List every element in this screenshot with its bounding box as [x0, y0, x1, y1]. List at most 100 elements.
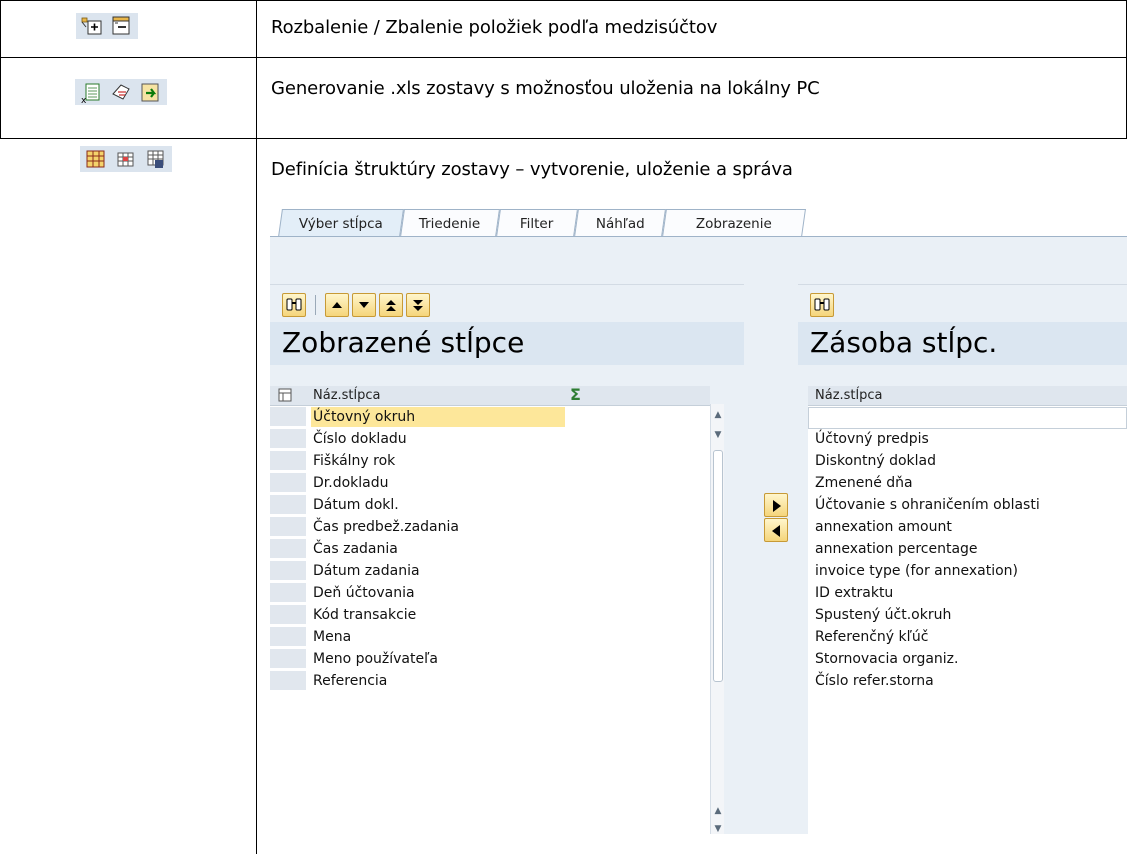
tab-label: Výber stĺpca — [298, 216, 383, 232]
list-item[interactable]: Zmenené dňa — [808, 473, 1127, 495]
row-selector[interactable] — [270, 473, 306, 493]
scroll-down-icon[interactable]: ▼ — [711, 428, 725, 442]
export-spreadsheet-icon: x — [80, 82, 102, 106]
column-pool-grid: Náz.stĺpca Účtovný predpis Diskontný dokl… — [808, 386, 1127, 834]
row-selector[interactable] — [270, 561, 306, 581]
list-item[interactable]: Diskontný doklad — [808, 451, 1127, 473]
row-selector[interactable] — [270, 517, 306, 537]
list-item[interactable]: Dátum dokl. — [270, 495, 710, 517]
column-name-cell: Spustený účt.okruh — [815, 607, 952, 623]
tab-label: Zobrazenie — [695, 216, 772, 232]
list-item[interactable]: Kód transakcie — [270, 605, 710, 627]
list-item[interactable]: Spustený účt.okruh — [808, 605, 1127, 627]
column-name-cell: annexation amount — [815, 519, 952, 535]
row-selector[interactable] — [270, 539, 306, 559]
add-column-button[interactable] — [764, 493, 788, 517]
displayed-columns-title: Zobrazené stĺpce — [270, 322, 744, 365]
column-name-cell: Mena — [313, 629, 352, 645]
find-icon[interactable] — [282, 292, 306, 317]
list-item[interactable] — [808, 407, 1127, 429]
list-item[interactable]: Fiškálny rok — [270, 451, 710, 473]
tab-column-selection[interactable]: Výber stĺpca — [278, 209, 404, 237]
list-item[interactable]: Účtovný okruh — [270, 407, 710, 429]
column-name-cell: invoice type (for annexation) — [815, 563, 1018, 579]
scroll-up-icon[interactable]: ▲ — [711, 408, 725, 422]
list-item[interactable]: annexation percentage — [808, 539, 1127, 561]
arrow-right-icon — [773, 500, 781, 512]
column-name-cell: Referencia — [313, 673, 388, 689]
scroll-up-icon[interactable]: ▲ — [711, 804, 725, 818]
list-item[interactable]: annexation amount — [808, 517, 1127, 539]
list-item[interactable]: Referenčný kľúč — [808, 627, 1127, 649]
scroll-down-icon[interactable]: ▼ — [711, 822, 725, 834]
list-item[interactable]: ID extraktu — [808, 583, 1127, 605]
list-item[interactable]: Čas predbež.zadania — [270, 517, 710, 539]
column-name-cell: Číslo refer.storna — [815, 673, 934, 689]
list-item[interactable]: Meno používateľa — [270, 649, 710, 671]
row-divider-2 — [0, 138, 1127, 139]
row3-icons — [80, 146, 172, 172]
layout-dialog: Výber stĺpca Triedenie Filter Náhľad Zob… — [270, 200, 1127, 834]
column-name-cell: Čas predbež.zadania — [313, 519, 459, 535]
list-item[interactable]: Deň účtovania — [270, 583, 710, 605]
svg-text:x: x — [81, 96, 87, 104]
list-item[interactable]: Dátum zadania — [270, 561, 710, 583]
row-selector[interactable] — [270, 407, 306, 427]
list-item[interactable]: Referencia — [270, 671, 710, 693]
grid-header: Náz.stĺpca — [808, 386, 1127, 406]
select-layout-icon — [115, 149, 137, 169]
left-panel-toolbar — [270, 284, 744, 324]
arrow-left-icon — [772, 525, 780, 537]
scroll-thumb[interactable] — [713, 450, 723, 682]
save-layout-icon — [145, 149, 167, 169]
remove-column-button[interactable] — [764, 518, 788, 542]
move-up-icon[interactable] — [325, 292, 349, 317]
list-item[interactable]: Účtovanie s ohraničením oblasti — [808, 495, 1127, 517]
row-selector[interactable] — [270, 671, 306, 691]
move-down-icon[interactable] — [352, 292, 376, 317]
column-name-cell: Dr.dokladu — [313, 475, 389, 491]
send-export-icon — [140, 82, 162, 102]
tab-filter[interactable]: Filter — [496, 209, 578, 237]
left-scrollbar[interactable]: ▲ ▼ ▲ ▼ — [710, 404, 724, 834]
column-pool-title: Zásoba stĺpc. — [798, 322, 1127, 365]
list-item[interactable]: Mena — [270, 627, 710, 649]
row-selector[interactable] — [270, 429, 306, 449]
list-item[interactable]: Stornovacia organiz. — [808, 649, 1127, 671]
list-item[interactable]: invoice type (for annexation) — [808, 561, 1127, 583]
column-name-cell: Fiškálny rok — [313, 453, 396, 469]
row-selector[interactable] — [270, 451, 306, 471]
collapse-subtotals-icon — [111, 16, 133, 36]
column-name-cell: Deň účtovania — [313, 585, 415, 601]
column-name-cell: Účtovný okruh — [311, 407, 565, 427]
column-name-cell: Zmenené dňa — [815, 475, 913, 491]
list-item[interactable]: Účtovný predpis — [808, 429, 1127, 451]
list-item[interactable]: Čas zadania — [270, 539, 710, 561]
move-top-icon[interactable] — [379, 292, 403, 317]
local-file-icon — [110, 82, 132, 102]
find-icon[interactable] — [810, 292, 834, 317]
column-name-cell: Čas zadania — [313, 541, 398, 557]
tab-label: Filter — [520, 216, 554, 232]
table-border-left — [0, 0, 1, 138]
row-selector[interactable] — [270, 583, 306, 603]
tab-preview[interactable]: Náhľad — [574, 209, 666, 237]
column-name-cell: annexation percentage — [815, 541, 978, 557]
tab-display[interactable]: Zobrazenie — [662, 209, 806, 237]
row-selector[interactable] — [270, 649, 306, 669]
list-item[interactable]: Číslo dokladu — [270, 429, 710, 451]
list-item[interactable]: Číslo refer.storna — [808, 671, 1127, 693]
column-name-cell: Účtovný predpis — [815, 431, 929, 447]
list-item[interactable]: Dr.dokladu — [270, 473, 710, 495]
tab-strip: Výber stĺpca Triedenie Filter Náhľad Zob… — [270, 200, 1127, 237]
table-border-top — [0, 0, 1127, 1]
select-all-icon[interactable] — [278, 388, 292, 406]
move-bottom-icon[interactable] — [406, 292, 430, 317]
column-name-cell: Diskontný doklad — [815, 453, 937, 469]
column-name-cell: Účtovanie s ohraničením oblasti — [815, 497, 1040, 513]
row-selector[interactable] — [270, 605, 306, 625]
displayed-columns-grid: Náz.stĺpca Σ Účtovný okruh Číslo dokladu F… — [270, 385, 724, 834]
tab-sort[interactable]: Triedenie — [400, 209, 500, 237]
row-selector[interactable] — [270, 495, 306, 515]
row-selector[interactable] — [270, 627, 306, 647]
